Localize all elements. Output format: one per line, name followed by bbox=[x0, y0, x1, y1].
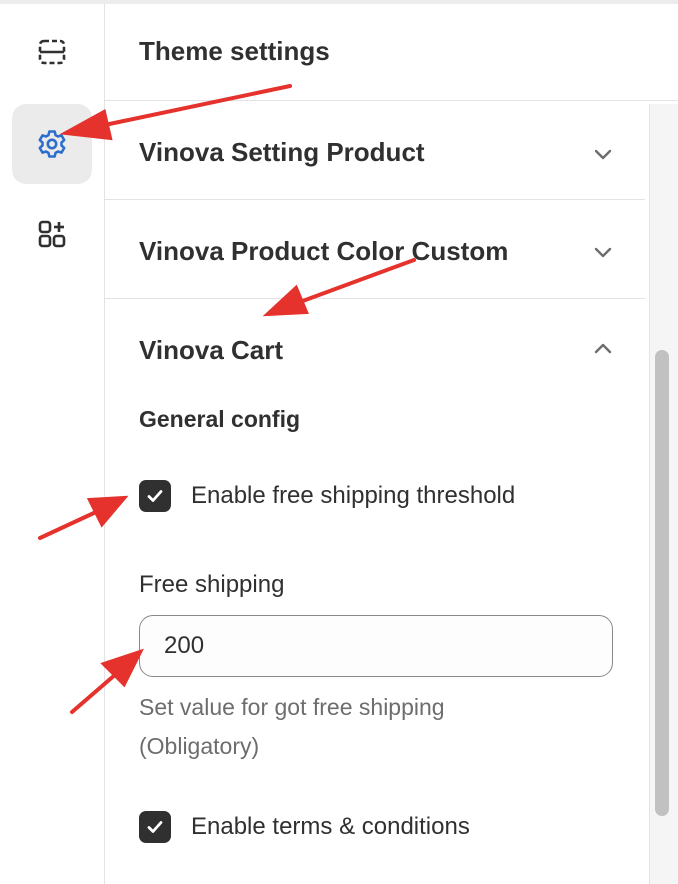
chevron-down-icon bbox=[594, 247, 612, 258]
chevron-down-icon bbox=[594, 149, 612, 160]
scrollbar-thumb[interactable] bbox=[655, 350, 669, 816]
free-shipping-label: Free shipping bbox=[139, 571, 285, 598]
checkmark-icon bbox=[147, 490, 163, 502]
enable-terms-row[interactable]: Enable terms & conditions bbox=[139, 811, 470, 843]
enable-terms-checkbox[interactable] bbox=[139, 811, 171, 843]
general-config-heading: General config bbox=[139, 406, 301, 432]
sections-icon bbox=[38, 39, 66, 65]
checkmark-icon bbox=[147, 821, 163, 833]
rail-item-sections[interactable] bbox=[12, 12, 92, 92]
theme-settings-panel: Theme settings Vinova Setting Product Vi… bbox=[105, 4, 678, 884]
enable-free-shipping-label: Enable free shipping threshold bbox=[191, 482, 516, 509]
enable-free-shipping-checkbox[interactable] bbox=[139, 480, 171, 512]
page-title: Theme settings bbox=[139, 36, 330, 66]
section-vinova-product-color-custom[interactable]: Vinova Product Color Custom bbox=[105, 200, 645, 299]
enable-free-shipping-row[interactable]: Enable free shipping threshold bbox=[139, 480, 515, 512]
free-shipping-input[interactable] bbox=[139, 615, 613, 677]
chevron-up-icon[interactable] bbox=[591, 337, 615, 361]
free-shipping-help-text: Set value for got free shipping (Obligat… bbox=[139, 694, 445, 759]
section-title[interactable]: Vinova Cart bbox=[139, 335, 283, 366]
section-title: Vinova Product Color Custom bbox=[139, 236, 509, 266]
section-vinova-cart: Vinova Cart General config Enable free s… bbox=[105, 299, 645, 884]
section-title: Vinova Setting Product bbox=[139, 137, 425, 167]
sidebar-rail bbox=[0, 4, 105, 884]
rail-item-app-embeds[interactable] bbox=[12, 194, 92, 274]
section-vinova-setting-product[interactable]: Vinova Setting Product bbox=[105, 101, 645, 200]
enable-terms-label: Enable terms & conditions bbox=[191, 813, 470, 840]
panel-header: Theme settings bbox=[105, 4, 678, 101]
gear-icon bbox=[38, 130, 66, 158]
rail-item-theme-settings[interactable] bbox=[12, 104, 92, 184]
apps-add-icon bbox=[38, 220, 66, 248]
